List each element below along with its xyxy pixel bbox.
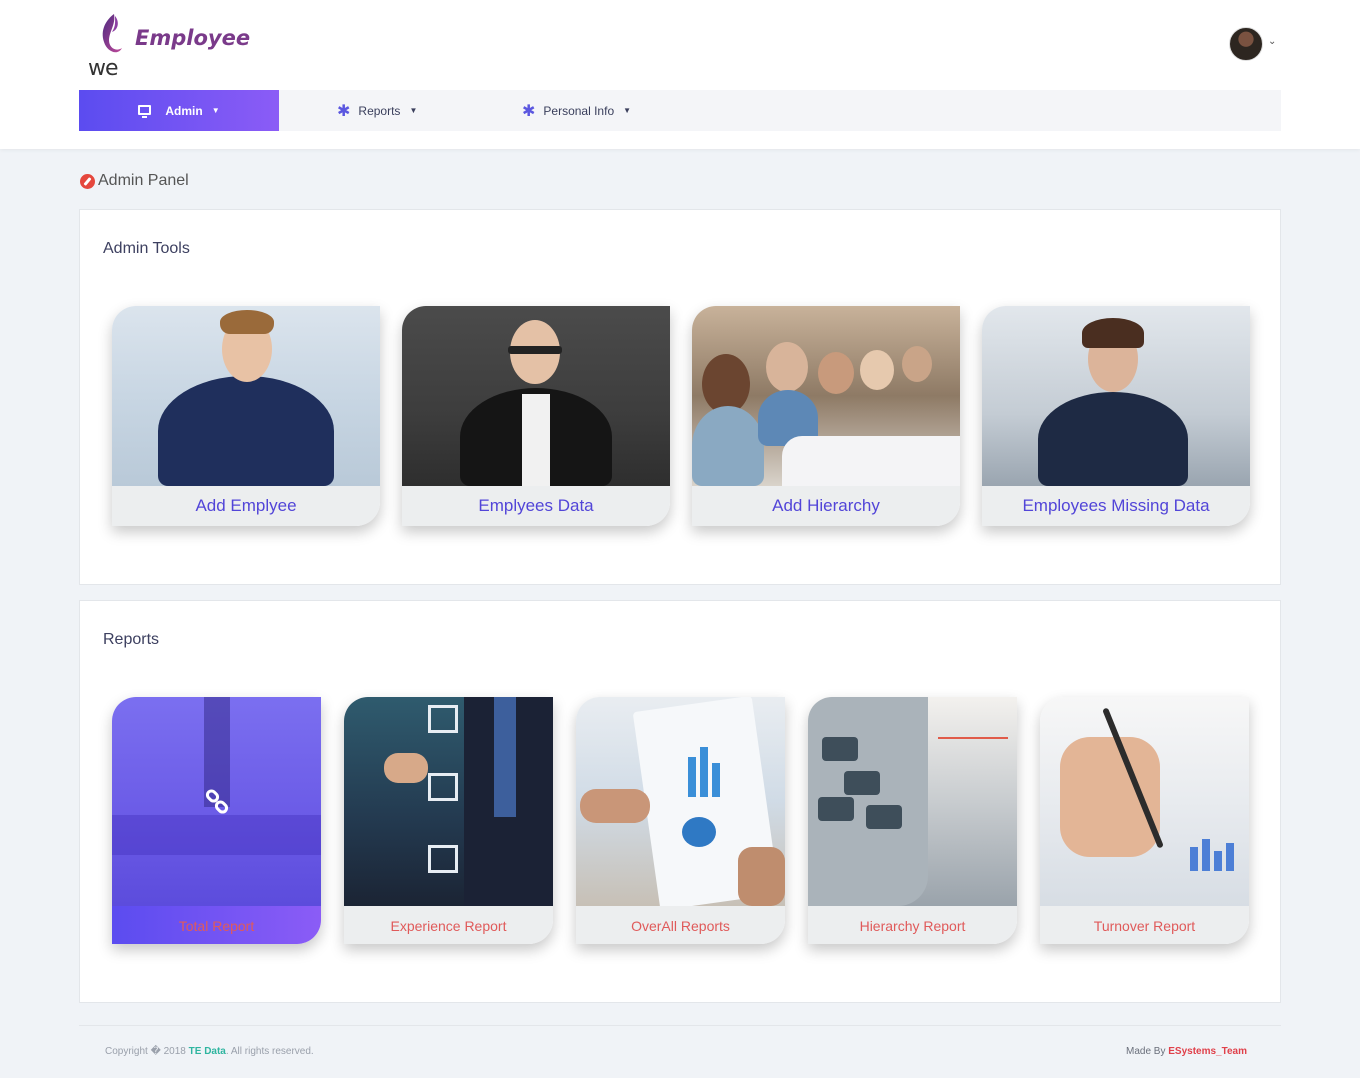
copyright-prefix: Copyright � 2018 <box>105 1046 186 1057</box>
reports-panel: Reports Total Report Experience Report O… <box>79 600 1281 1003</box>
footer-divider <box>79 1025 1281 1026</box>
main-nav: Admin ▼ ✱ Reports ▼ ✱ Personal Info ▼ <box>79 90 1281 131</box>
card-label: Employees Missing Data <box>982 486 1250 526</box>
nav-item-label: Reports <box>358 103 401 118</box>
copyright-suffix: . All rights reserved. <box>225 1046 314 1057</box>
nav-item-personal-info[interactable]: ✱ Personal Info ▼ <box>522 90 631 131</box>
checklist-image <box>344 697 553 906</box>
top-header: Employee we ⌄ Admin ▼ ✱ Reports ▼ ✱ Pers… <box>0 0 1360 149</box>
hierarchy-report-card[interactable]: Hierarchy Report <box>808 697 1017 944</box>
monitor-icon <box>138 104 152 118</box>
paperwork-image <box>112 697 321 906</box>
panel-title: Admin Tools <box>103 240 190 257</box>
overall-reports-card[interactable]: OverAll Reports <box>576 697 785 944</box>
nav-item-reports[interactable]: ✱ Reports ▼ <box>337 90 417 131</box>
calculator-image <box>808 697 1017 906</box>
company-link[interactable]: TE Data <box>189 1046 226 1057</box>
user-avatar[interactable] <box>1229 27 1263 61</box>
card-label: OverAll Reports <box>576 906 785 944</box>
admin-tools-panel: Admin Tools Add Emplyee Emplyees Data Ad… <box>79 209 1281 585</box>
caret-down-icon: ▼ <box>409 106 418 115</box>
brand-logo[interactable]: Employee we <box>86 10 256 82</box>
strong-man-image <box>402 306 670 486</box>
brand-name: Employee <box>135 26 251 50</box>
we-logo-icon <box>102 14 122 53</box>
asterisk-icon: ✱ <box>522 102 536 120</box>
card-label: Total Report <box>112 906 321 944</box>
compass-icon <box>80 173 95 189</box>
card-label: Experience Report <box>344 906 553 944</box>
asterisk-icon: ✱ <box>337 102 351 120</box>
turnover-report-card[interactable]: Turnover Report <box>1040 697 1249 944</box>
writing-pen-image <box>1040 697 1249 906</box>
card-label: Add Hierarchy <box>692 486 960 526</box>
made-by-label: Made By <box>1126 1046 1166 1057</box>
card-label: Add Emplyee <box>112 486 380 526</box>
card-label: Emplyees Data <box>402 486 670 526</box>
nav-item-label: Personal Info <box>543 103 615 118</box>
panel-title: Reports <box>103 631 160 648</box>
businesswoman-image <box>982 306 1250 486</box>
team-link[interactable]: ESystems_Team <box>1168 1046 1247 1057</box>
page-title: Admin Panel <box>80 172 189 190</box>
link-icon <box>205 789 229 814</box>
add-employee-card[interactable]: Add Emplyee <box>112 306 380 526</box>
total-report-card[interactable]: Total Report <box>112 697 321 944</box>
caret-down-icon: ▼ <box>623 106 632 115</box>
page-title-text: Admin Panel <box>98 172 189 189</box>
add-hierarchy-card[interactable]: Add Hierarchy <box>692 306 960 526</box>
brand-sub: we <box>88 56 119 81</box>
nav-item-label: Admin <box>165 103 203 118</box>
experience-report-card[interactable]: Experience Report <box>344 697 553 944</box>
chart-clipboard-image <box>576 697 785 911</box>
card-label: Hierarchy Report <box>808 906 1017 944</box>
card-label: Turnover Report <box>1040 906 1249 944</box>
caret-down-icon: ▼ <box>211 106 220 115</box>
footer-credit: Made By ESystems_Team <box>1126 1046 1247 1057</box>
employees-missing-data-card[interactable]: Employees Missing Data <box>982 306 1250 526</box>
employees-data-card[interactable]: Emplyees Data <box>402 306 670 526</box>
chevron-down-icon[interactable]: ⌄ <box>1268 36 1276 47</box>
nav-item-admin[interactable]: Admin ▼ <box>79 90 279 131</box>
team-image <box>692 306 960 486</box>
footer-copyright: Copyright � 2018 TE Data. All rights res… <box>105 1046 314 1057</box>
businessman-image <box>112 306 380 486</box>
